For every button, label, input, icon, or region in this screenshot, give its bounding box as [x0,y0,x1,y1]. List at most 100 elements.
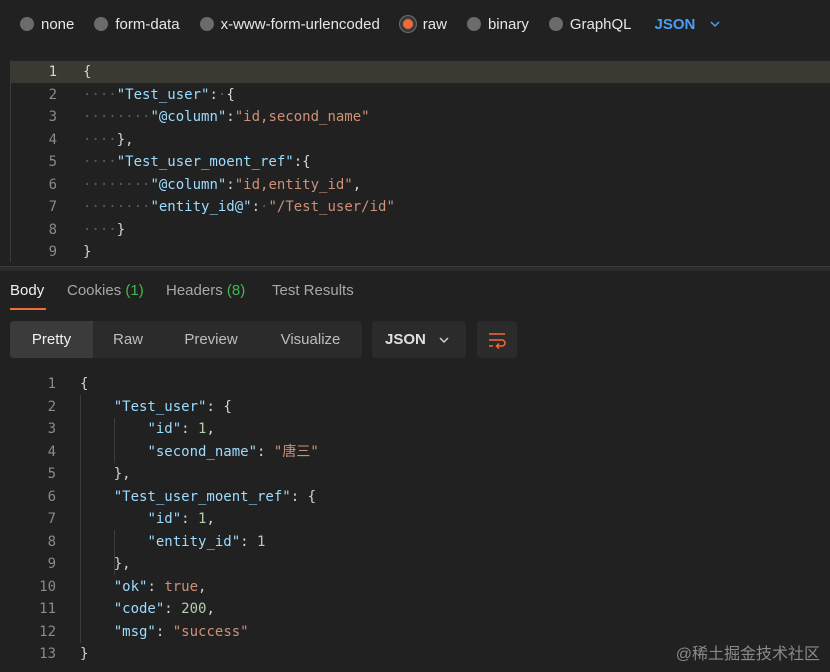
tab-headers[interactable]: Headers (8) [166,282,245,299]
code-line: 2 ····"Test_user":·{ [11,84,830,106]
line-number: 1 [47,376,56,392]
code-line: 1{ [11,61,830,83]
radio-dot [94,17,109,31]
raw-format-dropdown[interactable]: JSON [655,16,722,33]
code-line: 2 "Test_user": { [0,396,820,418]
radio-dot [466,17,481,31]
line-number: 3 [47,421,56,437]
code-line: 8 "entity_id": 1 [0,531,820,553]
code-line: 7 ········"entity_id@":·"/Test_user/id" [11,196,830,218]
code-text: "Test_user_moent_ref": { [113,488,317,505]
code-text: ········"entity_id@":·"/Test_user/id" [83,199,395,215]
view-pretty-button[interactable]: Pretty [10,321,93,358]
code-line: 5 }, [0,463,820,485]
code-text: }, [113,556,131,572]
line-number: 9 [48,244,57,260]
code-line: 9 }, [0,553,820,575]
headers-count: (8) [226,282,246,299]
code-line: 10 "ok": true, [0,576,820,598]
body-type-selector: none form-data x-www-form-urlencoded raw… [0,0,830,48]
radio-none[interactable]: none [20,16,74,33]
request-body-editor[interactable]: 1{2 ····"Test_user":·{3 ········"@column":… [10,60,830,262]
code-text: ····"Test_user":·{ [83,86,235,103]
code-text: ····} [83,221,126,238]
code-line: 6 "Test_user_moent_ref": { [0,486,820,508]
watermark: @稀土掘金技术社区 [675,646,820,663]
indent-guide [114,530,115,575]
chevron-down-icon [710,21,720,28]
pane-divider[interactable] [0,266,830,271]
code-text: ····"Test_user_moent_ref":{ [83,154,311,170]
code-line: 7 "id": 1, [0,508,820,530]
radio-label: binary [487,15,529,33]
tab-cookies[interactable]: Cookies (1) [67,282,144,299]
raw-format-label: JSON [654,15,696,33]
code-line: 3 "id": 1, [0,418,820,440]
radio-form-data[interactable]: form-data [94,16,180,33]
code-text: "code": 200, [113,601,215,617]
view-mode-group: Pretty Raw Preview Visualize [10,321,362,358]
line-number: 6 [47,488,56,505]
code-line: 8 ····} [11,219,830,241]
code-line: 1{ [0,373,820,395]
line-number: 8 [48,221,57,238]
response-body-viewer[interactable]: 1{2 "Test_user": {3 "id": 1, 4 "second_na… [0,373,830,672]
code-text: ········"@column":"id,entity_id", [83,176,362,193]
response-format-label: JSON [385,331,426,348]
code-text: "id": 1, [147,421,215,437]
cookies-count: (1) [125,282,144,299]
code-text: "Test_user": { [113,398,232,415]
line-number: 3 [48,109,57,125]
tab-body[interactable]: Body [10,282,44,299]
line-number: 4 [47,443,56,460]
line-number: 9 [47,556,56,572]
line-number: 5 [47,466,56,482]
line-number: 12 [39,623,56,640]
line-number: 4 [48,131,57,148]
view-raw-button[interactable]: Raw [93,321,163,358]
radio-label: GraphQL [569,15,632,33]
code-text: "msg": "success" [113,623,249,640]
code-text: } [80,646,89,662]
line-number: 10 [39,578,56,595]
line-number: 6 [48,176,57,193]
radio-binary[interactable]: binary [466,15,529,33]
code-text: ····}, [83,131,134,148]
line-number: 2 [47,398,56,415]
chevron-down-icon [439,337,449,344]
code-text: "entity_id": 1 [147,533,266,550]
radio-label: x-www-form-urlencoded [220,15,380,33]
code-line: 6 ········"@column":"id,entity_id", [11,174,830,196]
radio-dot-selected [399,16,416,32]
code-line: 9} [11,241,830,263]
tab-test-results[interactable]: Test Results [272,282,354,299]
code-text: "id": 1, [147,511,215,527]
tab-headers-label: Headers [166,282,223,299]
code-text: { [83,64,92,80]
indent-guide [114,417,115,463]
line-number: 5 [48,154,57,170]
code-line: 4 "second_name": "唐三" [0,441,820,463]
view-preview-button[interactable]: Preview [163,321,259,358]
wrap-lines-button[interactable] [477,321,517,358]
code-text: { [80,376,89,392]
radio-urlencoded[interactable]: x-www-form-urlencoded [199,15,380,33]
radio-dot [548,17,563,31]
code-text: } [83,244,92,260]
radio-graphql[interactable]: GraphQL [548,15,632,33]
code-line: 4 ····}, [11,129,830,151]
indent-guide [80,395,81,643]
code-text: ········"@column":"id,second_name" [83,109,370,125]
radio-raw[interactable]: raw [399,15,447,33]
line-number: 11 [39,601,56,617]
response-format-dropdown[interactable]: JSON [372,321,466,358]
wrap-lines-icon [489,333,506,350]
view-visualize-button[interactable]: Visualize [259,321,362,358]
line-number: 1 [48,64,57,80]
line-number: 2 [48,86,57,103]
tab-cookies-label: Cookies [67,282,122,299]
active-tab-indicator [10,308,46,310]
radio-dot [20,17,34,31]
code-text: "second_name": "唐三" [147,443,319,460]
radio-label: raw [422,15,447,33]
